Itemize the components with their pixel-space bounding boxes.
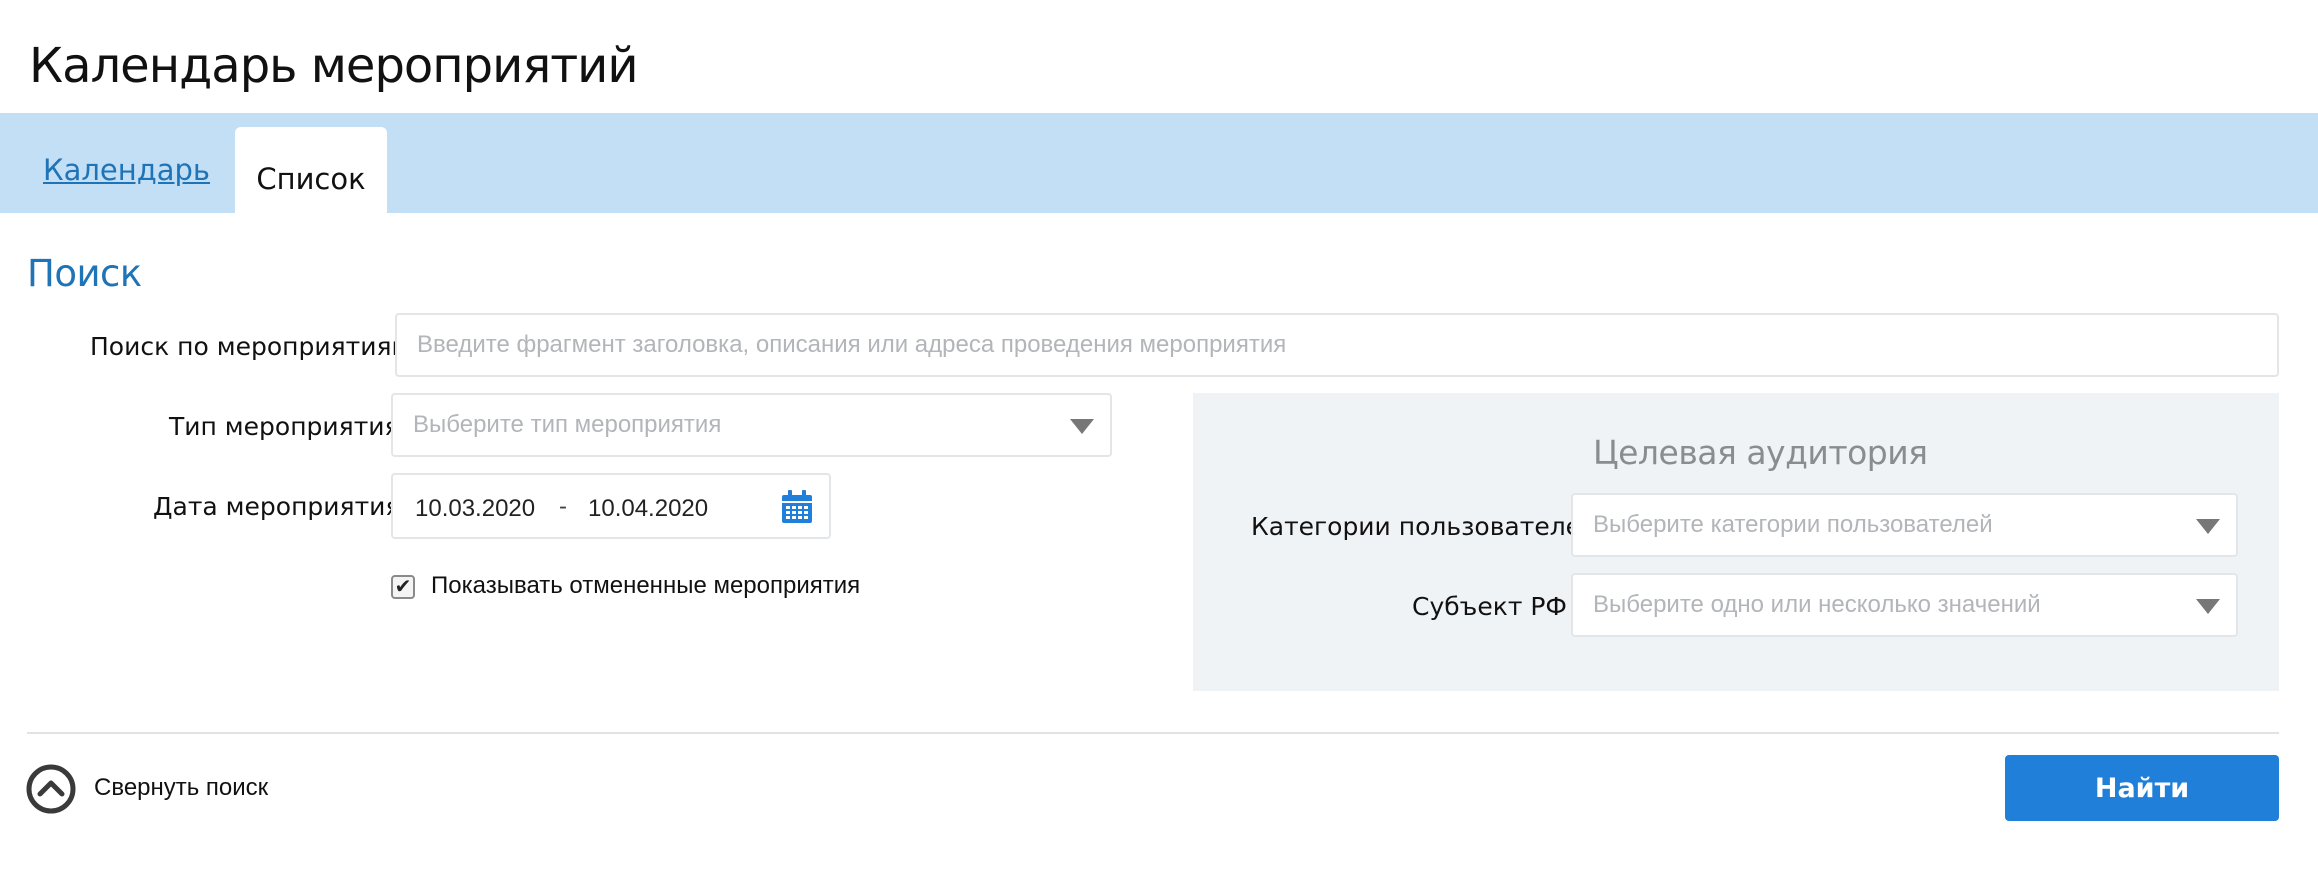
date-separator: - — [559, 493, 567, 520]
chevron-down-icon — [2196, 599, 2220, 614]
search-query-label: Поиск по мероприятиям — [90, 332, 411, 361]
find-button[interactable]: Найти — [2005, 755, 2279, 821]
user-categories-placeholder: Выберите категории пользователей — [1593, 511, 1993, 538]
divider — [27, 732, 2279, 734]
target-audience-title: Целевая аудитория — [1593, 433, 1928, 472]
checkmark-icon: ✔ — [394, 576, 412, 598]
search-section-title: Поиск — [27, 252, 142, 295]
region-placeholder: Выберите одно или несколько значений — [1593, 591, 2041, 618]
event-date-label: Дата мероприятия — [153, 492, 401, 521]
date-to-value[interactable]: 10.04.2020 — [588, 495, 708, 523]
show-cancelled-label[interactable]: Показывать отмененные мероприятия — [431, 572, 860, 600]
event-type-label: Тип мероприятия — [169, 412, 400, 441]
page-title: Календарь мероприятий — [29, 38, 639, 94]
region-select[interactable]: Выберите одно или несколько значений — [1571, 573, 2238, 637]
date-range-input[interactable]: 10.03.2020 - 10.04.2020 — [391, 473, 831, 539]
user-categories-label: Категории пользователей — [1251, 512, 1598, 541]
chevron-down-icon — [2196, 519, 2220, 534]
show-cancelled-checkbox[interactable]: ✔ — [391, 575, 415, 599]
chevron-down-icon — [1070, 419, 1094, 434]
date-from-value[interactable]: 10.03.2020 — [415, 495, 535, 523]
chevron-up-circle-icon[interactable] — [26, 764, 76, 814]
tab-bar: Календарь Список — [0, 113, 2318, 213]
search-query-placeholder: Введите фрагмент заголовка, описания или… — [417, 331, 1287, 358]
user-categories-select[interactable]: Выберите категории пользователей — [1571, 493, 2238, 557]
tab-calendar[interactable]: Календарь — [43, 153, 210, 187]
tab-list[interactable]: Список — [235, 127, 387, 213]
search-query-input[interactable]: Введите фрагмент заголовка, описания или… — [395, 313, 2279, 377]
region-label: Субъект РФ — [1412, 592, 1567, 621]
collapse-search-link[interactable]: Свернуть поиск — [94, 774, 268, 802]
calendar-icon[interactable] — [781, 490, 813, 524]
event-type-placeholder: Выберите тип мероприятия — [413, 411, 722, 438]
event-type-select[interactable]: Выберите тип мероприятия — [391, 393, 1112, 457]
